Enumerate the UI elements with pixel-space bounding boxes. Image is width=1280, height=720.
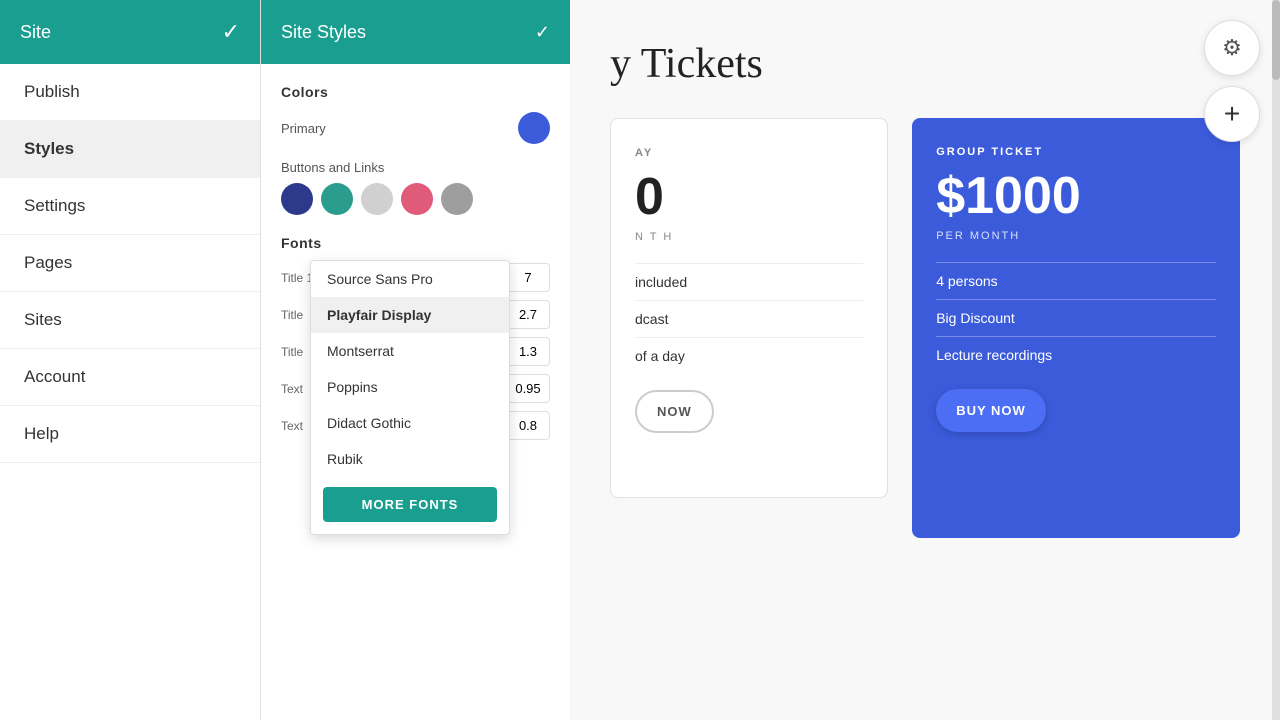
font-option-playfair-display[interactable]: Playfair Display (311, 297, 509, 333)
font-size-text2[interactable]: 0.8 (506, 411, 550, 440)
group-buy-button[interactable]: BUY NOW (936, 389, 1046, 432)
fonts-section-title: Fonts (281, 235, 550, 251)
scrollbar[interactable] (1272, 0, 1280, 720)
site-check-icon: ✓ (222, 19, 240, 45)
ticket-day-feature-1: included (635, 263, 863, 300)
ticket-day-price: 0 (635, 167, 863, 227)
group-ticket-per-month: PER MONTH (936, 230, 1216, 242)
sidebar-item-settings[interactable]: Settings (0, 178, 260, 235)
group-ticket-label: GROUP TICKET (936, 146, 1216, 158)
scrollbar-thumb[interactable] (1272, 0, 1280, 80)
sidebar: Site ✓ Publish Styles Settings Pages Sit… (0, 0, 260, 720)
panel-header: Site Styles ✓ (261, 0, 570, 64)
sidebar-item-publish[interactable]: Publish (0, 64, 260, 121)
group-feature-2: Big Discount (936, 299, 1216, 336)
font-option-didact-gothic[interactable]: Didact Gothic (311, 405, 509, 441)
colors-section-title: Colors (281, 84, 550, 100)
primary-color-row: Primary (281, 112, 550, 144)
primary-color-swatch[interactable] (518, 112, 550, 144)
page-content-area: y Tickets AY 0 N T H included (570, 0, 1280, 720)
ticket-card-group: GROUP TICKET $1000 PER MONTH 4 persons B… (912, 118, 1240, 538)
tickets-area: AY 0 N T H included dcast of a day (610, 118, 1240, 538)
main-content: y Tickets AY 0 N T H included (570, 0, 1280, 720)
group-ticket-price: $1000 (936, 166, 1216, 226)
ticket-day-features: included dcast of a day (635, 263, 863, 374)
group-feature-3: Lecture recordings (936, 336, 1216, 373)
font-dropdown: Source Sans Pro Playfair Display Montser… (310, 260, 510, 535)
plus-icon: + (1224, 98, 1240, 130)
group-feature-1: 4 persons (936, 262, 1216, 299)
ticket-day-buy-button[interactable]: NOW (635, 390, 714, 433)
panel-title: Site Styles (281, 22, 366, 43)
sidebar-item-help[interactable]: Help (0, 406, 260, 463)
ticket-day-feature-2: dcast (635, 300, 863, 337)
plus-button[interactable]: + (1204, 86, 1260, 142)
swatch-light-gray[interactable] (361, 183, 393, 215)
font-option-montserrat[interactable]: Montserrat (311, 333, 509, 369)
page-title: y Tickets (610, 40, 1240, 88)
font-size-title1[interactable]: 7 (506, 263, 550, 292)
font-size-title2[interactable]: 2.7 (506, 300, 550, 329)
sidebar-item-sites[interactable]: Sites (0, 292, 260, 349)
sidebar-item-styles[interactable]: Styles (0, 121, 260, 178)
swatch-teal[interactable] (321, 183, 353, 215)
more-fonts-button[interactable]: MORE FONTS (323, 487, 497, 522)
ticket-day-per-month: N T H (635, 231, 863, 243)
swatch-gray[interactable] (441, 183, 473, 215)
site-label: Site (20, 22, 51, 43)
sidebar-header: Site ✓ (0, 0, 260, 64)
panel-check-icon: ✓ (535, 22, 550, 43)
sidebar-item-account[interactable]: Account (0, 349, 260, 406)
sidebar-item-pages[interactable]: Pages (0, 235, 260, 292)
font-size-title3[interactable]: 1.3 (506, 337, 550, 366)
gear-button[interactable]: ⚙ (1204, 20, 1260, 76)
buttons-links-label: Buttons and Links (281, 160, 550, 175)
color-swatches (281, 183, 550, 215)
gear-icon: ⚙ (1222, 35, 1242, 61)
ticket-day-label: AY (635, 147, 863, 159)
ticket-card-day: AY 0 N T H included dcast of a day (610, 118, 888, 498)
font-option-poppins[interactable]: Poppins (311, 369, 509, 405)
swatch-pink[interactable] (401, 183, 433, 215)
ticket-day-feature-3: of a day (635, 337, 863, 374)
font-option-source-sans-pro[interactable]: Source Sans Pro (311, 261, 509, 297)
font-size-text1[interactable]: 0.95 (506, 374, 550, 403)
sidebar-nav: Publish Styles Settings Pages Sites Acco… (0, 64, 260, 463)
swatch-navy[interactable] (281, 183, 313, 215)
primary-label: Primary (281, 121, 326, 136)
font-option-rubik[interactable]: Rubik (311, 441, 509, 477)
